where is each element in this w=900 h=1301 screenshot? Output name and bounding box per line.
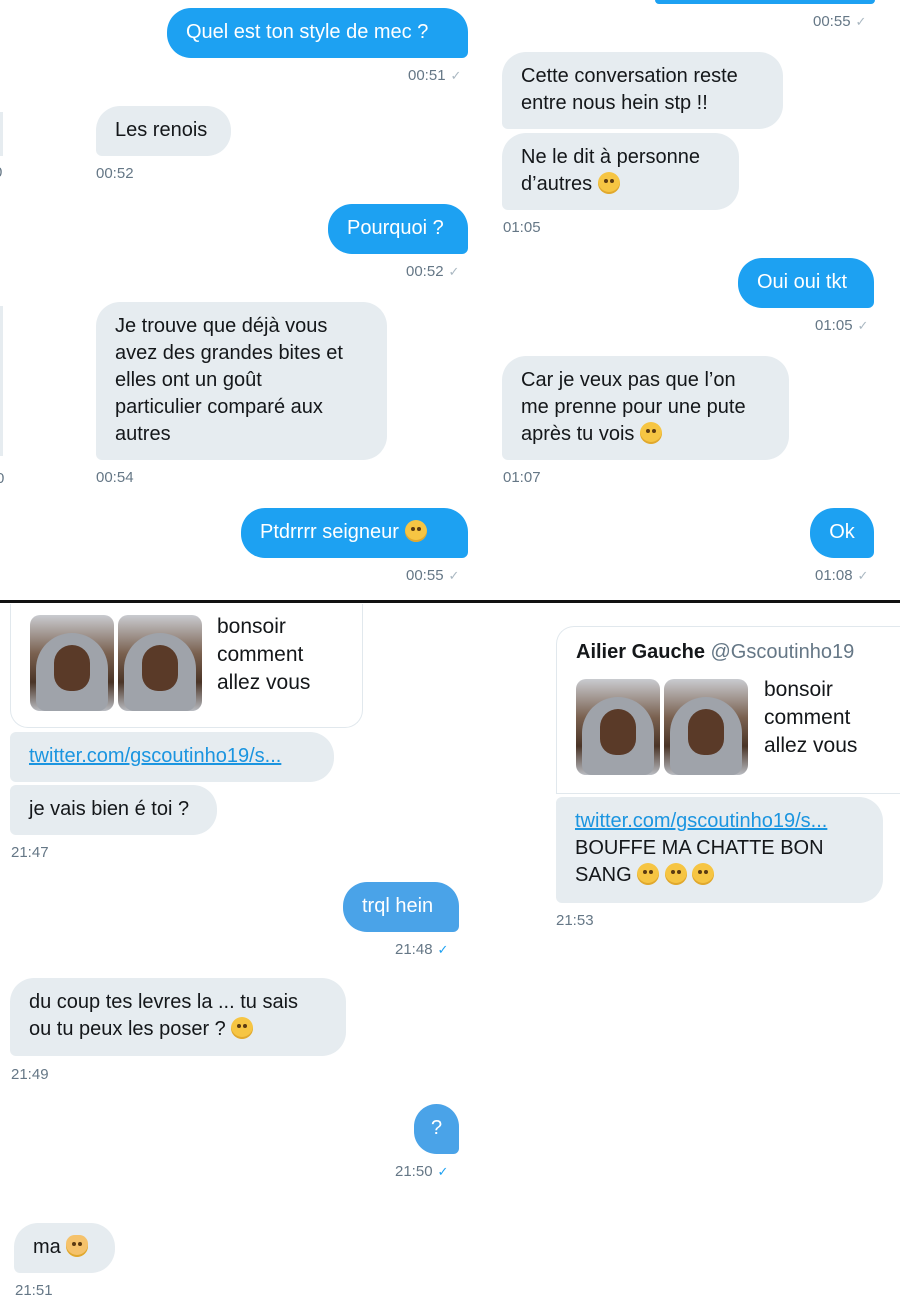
eye-roll-emoji-icon <box>231 1017 254 1039</box>
tweet-photo-thumbnail[interactable] <box>118 615 202 711</box>
message-text: Cette conversation reste entre nous hein… <box>521 65 738 114</box>
tweet-photo-thumbnail[interactable] <box>576 679 660 775</box>
message-timestamp: 21:51 <box>15 1282 53 1299</box>
message-bubble-incoming[interactable]: Car je veux pas que l’on me prenne pour … <box>502 356 789 460</box>
message-timestamp: 00:55 ✓ <box>406 567 460 584</box>
message-timestamp: 00:52 <box>96 165 134 182</box>
message-timestamp: 01:08 ✓ <box>815 567 869 584</box>
read-check-icon: ✓ <box>437 1164 449 1179</box>
message-text: Pourquoi ? <box>347 217 444 239</box>
author-name: Ailier Gauche <box>576 641 705 663</box>
crying-emoji-icon <box>664 863 687 885</box>
message-bubble-incoming[interactable]: twitter.com/gscoutinho19/s... <box>10 732 334 782</box>
message-timestamp: 01:05 ✓ <box>815 317 869 334</box>
tweet-photo-thumbnail[interactable] <box>30 615 114 711</box>
message-timestamp: 21:47 <box>11 844 49 861</box>
author-handle: @Gscoutinho19 <box>710 641 855 663</box>
crying-emoji-icon <box>404 520 427 542</box>
tweet-link[interactable]: twitter.com/gscoutinho19/s... <box>575 810 827 832</box>
message-bubble-outgoing[interactable]: Pourquoi ? <box>328 204 468 254</box>
cropped-timestamp-fragment: 0 <box>0 470 5 487</box>
message-text: du coup tes levres la ... tu sais ou tu … <box>29 991 299 1040</box>
read-check-icon: ✓ <box>448 264 460 279</box>
tweet-text: bonsoir comment allez vous <box>217 615 311 694</box>
read-check-icon: ✓ <box>448 568 460 583</box>
message-timestamp: 01:07 <box>503 469 541 486</box>
message-bubble-incoming[interactable]: je vais bien é toi ? <box>10 785 217 835</box>
message-text: trql hein <box>362 895 434 917</box>
message-bubble-outgoing[interactable]: Quel est ton style de mec ? <box>167 8 468 58</box>
tweet-link[interactable]: twitter.com/gscoutinho19/s... <box>29 745 281 767</box>
message-text: Les renois <box>115 119 208 141</box>
tweet-author[interactable]: Ailier Gauche @Gscoutinho19 <box>576 641 854 664</box>
crying-emoji-icon <box>637 863 660 885</box>
message-timestamp: 01:05 <box>503 219 541 236</box>
message-bubble-incoming[interactable]: ma <box>14 1223 115 1273</box>
message-bubble-outgoing[interactable]: Ok <box>810 508 874 558</box>
crying-emoji-icon <box>692 863 715 885</box>
message-bubble-outgoing[interactable]: Ptdrrrr seigneur <box>241 508 468 558</box>
cropped-timestamp-fragment: 0 <box>0 164 2 181</box>
message-timestamp: 00:52 ✓ <box>406 263 460 280</box>
sweat-smile-emoji-icon <box>639 422 662 444</box>
message-text: ? <box>430 1117 443 1139</box>
message-text: je vais bien é toi ? <box>29 798 190 820</box>
message-text: Quel est ton style de mec ? <box>186 21 429 43</box>
section-divider <box>0 600 900 603</box>
read-check-icon: ✓ <box>857 318 869 333</box>
message-bubble-incoming[interactable]: Cette conversation reste entre nous hein… <box>502 52 783 129</box>
message-timestamp: 21:50 ✓ <box>395 1163 449 1180</box>
message-bubble-incoming[interactable]: du coup tes levres la ... tu sais ou tu … <box>10 978 346 1056</box>
message-timestamp: 21:53 <box>556 912 594 929</box>
message-timestamp: 21:49 <box>11 1066 49 1083</box>
cat-emoji-icon <box>66 1235 89 1257</box>
read-check-icon: ✓ <box>855 14 867 29</box>
shared-tweet-card[interactable]: bonsoir comment allez vous <box>10 604 363 728</box>
message-timestamp: 00:55 ✓ <box>813 13 867 30</box>
message-bubble-incoming[interactable]: Les renois <box>96 106 231 156</box>
cropped-bubble-edge <box>0 306 3 456</box>
message-bubble-outgoing[interactable]: ? <box>414 1104 459 1154</box>
message-timestamp: 00:54 <box>96 469 134 486</box>
cropped-bubble-edge <box>0 112 3 156</box>
message-bubble-incoming[interactable]: twitter.com/gscoutinho19/s... BOUFFE MA C… <box>556 797 883 903</box>
message-bubble-outgoing[interactable]: trql hein <box>343 882 459 932</box>
message-bubble-incoming[interactable]: Je trouve que déjà vous avez des grandes… <box>96 302 387 460</box>
message-text: Oui oui tkt <box>757 271 848 293</box>
message-text: Je trouve que déjà vous avez des grandes… <box>115 315 343 445</box>
cropped-bubble-edge <box>655 0 875 4</box>
tweet-photo-thumbnail[interactable] <box>664 679 748 775</box>
message-timestamp: 21:48 ✓ <box>395 941 449 958</box>
read-check-icon: ✓ <box>437 942 449 957</box>
message-text: Ptdrrrr seigneur <box>260 521 399 543</box>
message-text: Car je veux pas que l’on me prenne pour … <box>521 369 746 445</box>
message-text: Ok <box>829 521 855 543</box>
read-check-icon: ✓ <box>450 68 462 83</box>
read-check-icon: ✓ <box>857 568 869 583</box>
message-bubble-outgoing[interactable]: Oui oui tkt <box>738 258 874 308</box>
message-timestamp: 00:51 ✓ <box>408 67 462 84</box>
shared-tweet-card[interactable]: Ailier Gauche @Gscoutinho19 bonsoir comm… <box>556 626 900 794</box>
message-text: ma <box>33 1236 61 1258</box>
message-bubble-incoming[interactable]: Ne le dit à personne d’autres <box>502 133 739 210</box>
yum-emoji-icon <box>597 172 620 194</box>
tweet-text: bonsoir comment allez vous <box>764 678 858 757</box>
